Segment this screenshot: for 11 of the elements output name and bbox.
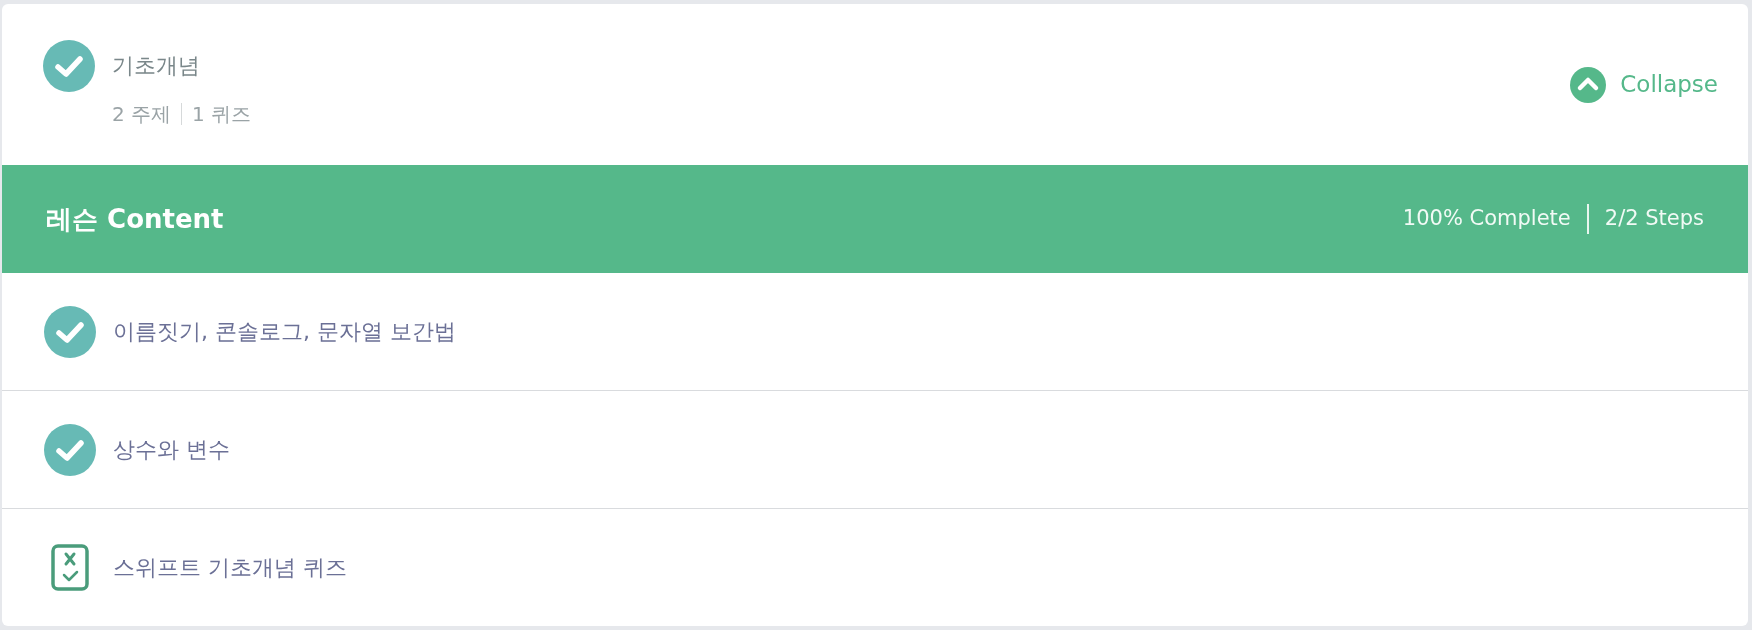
topic-link[interactable]: 상수와 변수 bbox=[44, 423, 230, 476]
quiz-count: 1 퀴즈 bbox=[192, 100, 252, 128]
topic-count: 2 주제 bbox=[112, 100, 172, 128]
lesson-content-title: 레슨 Content bbox=[46, 202, 224, 236]
steps-text: 2/2 Steps bbox=[1604, 205, 1704, 233]
topic-link[interactable]: 이름짓기, 콘솔로그, 문자열 보간법 bbox=[44, 305, 456, 358]
quiz-icon bbox=[51, 544, 89, 591]
quiz-link[interactable]: 스위프트 기초개념 퀴즈 bbox=[44, 544, 347, 591]
section-title: 기초개념 bbox=[112, 51, 201, 80]
collapse-button[interactable]: Collapse bbox=[1570, 66, 1718, 103]
progress-text: 100% Complete bbox=[1402, 205, 1571, 233]
